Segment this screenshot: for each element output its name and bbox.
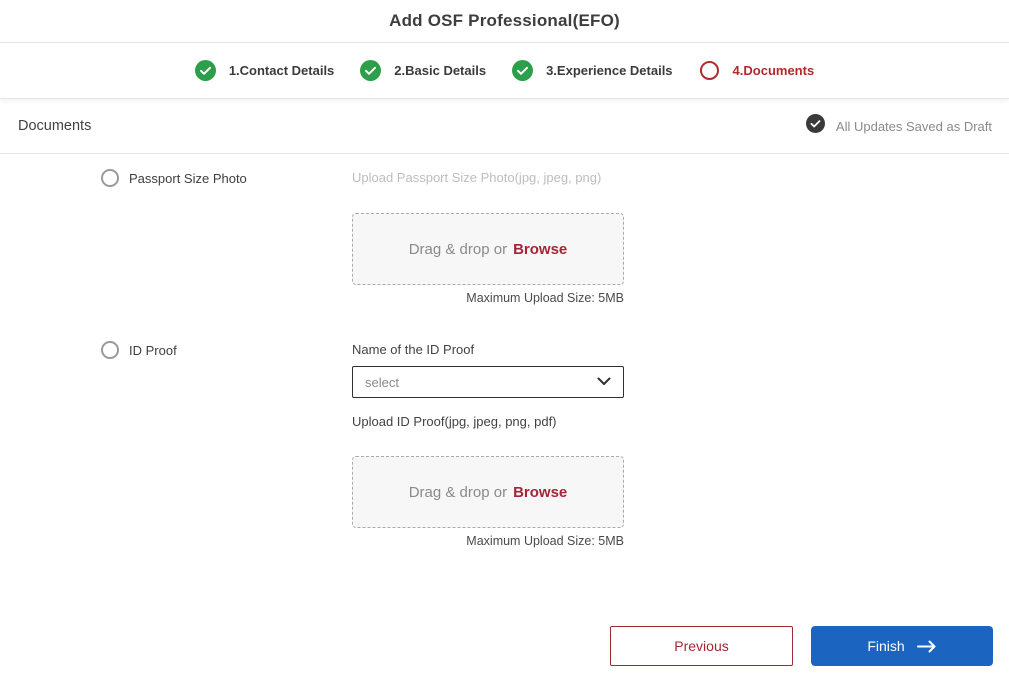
step-experience-details[interactable]: 3.Experience Details — [512, 60, 673, 81]
id-proof-radio[interactable] — [101, 341, 119, 359]
id-proof-select[interactable]: select — [352, 366, 624, 398]
id-proof-name-label: Name of the ID Proof — [352, 342, 475, 357]
page-title: Add OSF Professional(EFO) — [389, 11, 620, 30]
step-documents[interactable]: 4.Documents — [699, 60, 815, 81]
id-proof-select-value: select — [365, 374, 399, 390]
id-proof-radio-label[interactable]: ID Proof — [129, 343, 177, 358]
previous-button[interactable]: Previous — [610, 626, 793, 666]
passport-photo-radio-label[interactable]: Passport Size Photo — [129, 171, 247, 186]
browse-link[interactable]: Browse — [513, 241, 567, 258]
add-osf-professional-page: Add OSF Professional(EFO) 1.Contact Deta… — [0, 0, 1009, 674]
draft-status: All Updates Saved as Draft — [805, 114, 992, 138]
passport-photo-row: Passport Size Photo Upload Passport Size… — [101, 169, 1009, 305]
step-label: 3.Experience Details — [546, 63, 673, 78]
max-upload-size-note: Maximum Upload Size: 5MB — [466, 291, 624, 305]
step-label: 4.Documents — [732, 63, 815, 78]
browse-link[interactable]: Browse — [513, 484, 567, 501]
step-basic-details[interactable]: 2.Basic Details — [360, 60, 486, 81]
wizard-stepper: 1.Contact Details 2.Basic Details 3.Expe… — [0, 43, 1009, 99]
section-bar: Documents All Updates Saved as Draft — [0, 99, 1009, 154]
title-bar: Add OSF Professional(EFO) — [0, 0, 1009, 43]
step-complete-check-icon — [512, 60, 534, 81]
step-current-circle-icon — [699, 60, 720, 81]
chevron-down-icon — [597, 373, 611, 391]
arrow-right-icon — [916, 640, 937, 653]
id-proof-upload-label: Upload ID Proof(jpg, jpeg, png, pdf) — [352, 414, 557, 429]
id-proof-dropzone[interactable]: Drag & drop or Browse — [352, 456, 624, 528]
max-upload-size-note: Maximum Upload Size: 5MB — [466, 534, 624, 548]
dropzone-text: Drag & drop or — [408, 483, 508, 501]
wizard-footer: Previous Finish — [610, 626, 993, 666]
documents-form: Passport Size Photo Upload Passport Size… — [0, 154, 1009, 548]
id-proof-row: ID Proof Name of the ID Proof select Upl… — [101, 341, 1009, 548]
step-complete-check-icon — [360, 60, 382, 81]
step-label: 1.Contact Details — [228, 63, 335, 78]
step-contact-details[interactable]: 1.Contact Details — [194, 60, 335, 81]
finish-button[interactable]: Finish — [811, 626, 993, 666]
passport-photo-radio[interactable] — [101, 169, 119, 187]
passport-photo-fields: Upload Passport Size Photo(jpg, jpeg, pn… — [352, 169, 624, 305]
step-complete-check-icon — [194, 60, 216, 81]
id-proof-fields: Name of the ID Proof select Upload ID Pr… — [352, 341, 624, 548]
passport-photo-dropzone[interactable]: Drag & drop or Browse — [352, 213, 624, 285]
passport-photo-option: Passport Size Photo — [101, 169, 352, 187]
dropzone-text: Drag & drop or — [408, 240, 508, 258]
passport-upload-label: Upload Passport Size Photo(jpg, jpeg, pn… — [352, 170, 602, 185]
id-proof-option: ID Proof — [101, 341, 352, 359]
saved-check-icon — [805, 114, 825, 138]
finish-button-label: Finish — [867, 638, 905, 654]
step-label: 2.Basic Details — [394, 63, 487, 78]
section-title: Documents — [18, 118, 92, 134]
draft-status-text: All Updates Saved as Draft — [835, 118, 992, 134]
